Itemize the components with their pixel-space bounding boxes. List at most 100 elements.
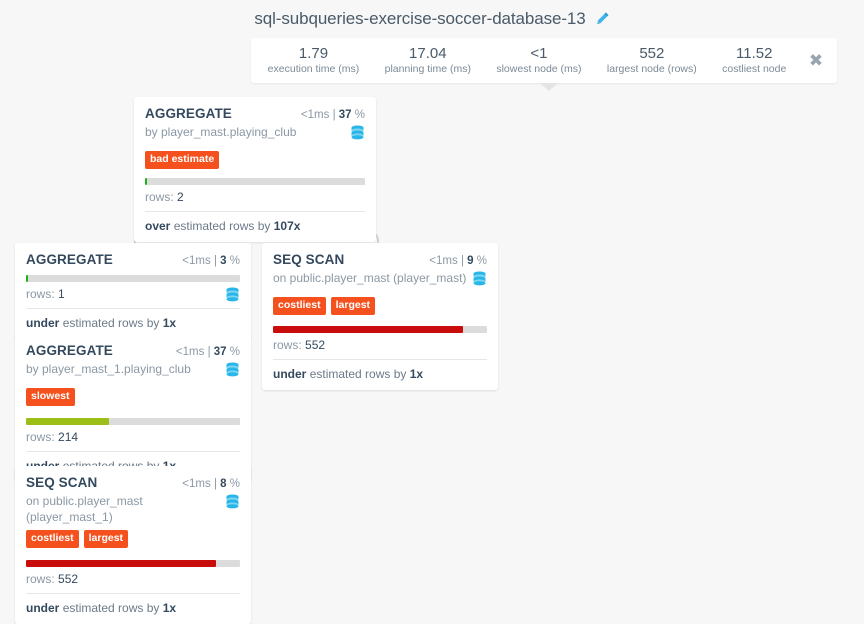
badge-largest: largest [83,530,129,548]
node-subtitle: on public.player_mast (player_mast_1) [26,494,143,524]
plan-node-seqscan-bottom[interactable]: SEQ SCAN <1ms | 8 % on public.player_mas… [15,466,251,624]
node-subtitle: by player_mast_1.playing_club [26,362,191,376]
estimate-factor: 1x [409,367,424,381]
node-badges: slowest [26,388,240,406]
node-percent: 8 [220,478,227,490]
node-subtitle-row: by player_mast_1.playing_club [26,361,240,383]
badge-largest: largest [330,297,376,315]
node-subtitle: by player_mast.playing_club [145,125,297,139]
stat-label: largest node (rows) [606,63,697,75]
node-rows-line: rows: 214 [26,425,240,452]
node-subtitle: on public.player_mast (player_mast) [273,271,467,285]
node-rows-row: rows: 1 [26,282,240,308]
node-badges: costliest largest [26,530,240,548]
database-icon[interactable] [225,287,240,308]
database-icon[interactable] [225,362,240,383]
rows-label: rows: [273,338,302,352]
close-icon[interactable]: ✖ [799,52,833,69]
plan-node-aggregate-lower[interactable]: AGGREGATE <1ms | 37 % by player_mast_1.p… [15,334,251,482]
node-type-label: SEQ SCAN [26,475,98,490]
estimate-direction: over [145,219,171,233]
node-type-label: SEQ SCAN [273,252,345,267]
rows-value: 552 [58,572,79,586]
stat-execution-time: 1.79 execution time (ms) [255,45,372,76]
estimate-direction: under [273,367,307,381]
node-metrics: <1ms | 8 % [182,478,240,490]
node-rows-bar-fill [145,178,148,185]
badge-costliest: costliest [273,297,326,315]
estimate-text: estimated rows by [309,367,407,381]
node-percent-unit: % [229,478,240,490]
stat-value: 11.52 [736,45,773,62]
node-badges: bad estimate [145,151,365,169]
stat-label: costliest node [722,63,787,75]
stat-label: planning time (ms) [384,63,471,75]
rows-label: rows: [26,572,55,586]
node-estimate-line: over estimated rows by 107x [145,212,365,242]
node-metrics-separator: | [332,109,336,121]
node-percent: 37 [213,346,227,358]
plan-node-seqscan-right[interactable]: SEQ SCAN <1ms | 9 % on public.player_mas… [262,243,498,390]
database-icon[interactable] [472,271,487,292]
node-badges: costliest largest [273,297,487,315]
stat-planning-time: 17.04 planning time (ms) [372,45,484,76]
node-header: AGGREGATE <1ms | 3 % [26,252,240,267]
node-estimate-line: under estimated rows by 1x [273,360,487,390]
node-time: <1ms [175,346,205,358]
page-header: sql-subqueries-exercise-soccer-database-… [0,0,864,38]
node-subtitle-row: on public.player_mast (player_mast_1) [26,493,240,525]
node-header: AGGREGATE <1ms | 37 % [145,106,365,121]
stat-value: 1.79 [298,45,329,62]
badge-slowest: slowest [26,388,75,406]
node-time: <1ms [182,255,211,267]
stat-largest-node: 552 largest node (rows) [594,45,709,76]
node-type-label: AGGREGATE [26,252,113,267]
node-rows-bar-fill [26,275,29,282]
stat-value: 552 [639,45,665,62]
estimate-factor: 1x [162,601,177,615]
node-subtitle-row: on public.player_mast (player_mast) [273,270,487,292]
node-metrics-separator: | [213,255,217,267]
node-metrics: <1ms | 37 % [176,346,240,358]
node-rows-bar-fill [26,418,110,425]
node-rows-bar-fill [26,560,217,567]
rows-value: 552 [305,338,326,352]
node-percent: 9 [467,255,474,267]
node-metrics: <1ms | 9 % [429,255,487,267]
node-percent-unit: % [354,109,365,121]
node-time: <1ms [182,478,211,490]
pencil-icon[interactable] [595,11,610,31]
page-title: sql-subqueries-exercise-soccer-database-… [254,9,586,28]
plan-node-aggregate-mid[interactable]: AGGREGATE <1ms | 3 % rows: 1 under estim… [15,243,251,339]
plan-node-aggregate-top[interactable]: AGGREGATE <1ms | 37 % by player_mast.pla… [134,97,376,242]
summary-stats-bar: 1.79 execution time (ms) 17.04 planning … [251,38,837,83]
node-rows-line: rows: 1 [26,282,225,308]
node-metrics-separator: | [213,478,217,490]
node-rows-line: rows: 552 [273,333,487,360]
database-icon[interactable] [350,125,365,146]
node-rows-bar [26,275,240,282]
node-type-label: AGGREGATE [145,106,232,121]
estimate-direction: under [26,601,60,615]
stat-value: 17.04 [409,45,447,62]
estimate-factor: 107x [273,219,301,233]
rows-value: 214 [58,430,79,444]
rows-label: rows: [145,190,174,204]
stat-label: slowest node (ms) [496,63,582,75]
node-percent-unit: % [229,255,240,267]
node-percent-unit: % [229,346,240,358]
node-header: SEQ SCAN <1ms | 9 % [273,252,487,267]
node-percent-unit: % [476,255,487,267]
badge-bad-estimate: bad estimate [145,151,220,169]
rows-value: 2 [177,190,184,204]
rows-label: rows: [26,287,55,301]
stat-value: <1 [530,45,548,62]
node-header: AGGREGATE <1ms | 37 % [26,343,240,358]
database-icon[interactable] [225,494,240,515]
estimate-text: estimated rows by [62,601,160,615]
rows-label: rows: [26,430,55,444]
estimate-text: estimated rows by [62,316,160,330]
stat-label: execution time (ms) [267,63,360,75]
node-percent: 3 [220,255,227,267]
stats-caret-icon [540,83,558,91]
